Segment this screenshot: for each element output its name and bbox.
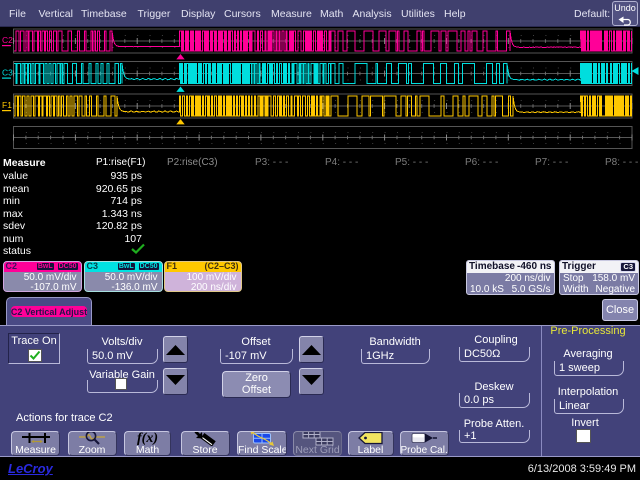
svg-text:C3: C3 <box>2 68 13 78</box>
svg-text:C2: C2 <box>2 35 13 45</box>
svg-text:F1: F1 <box>2 100 12 110</box>
